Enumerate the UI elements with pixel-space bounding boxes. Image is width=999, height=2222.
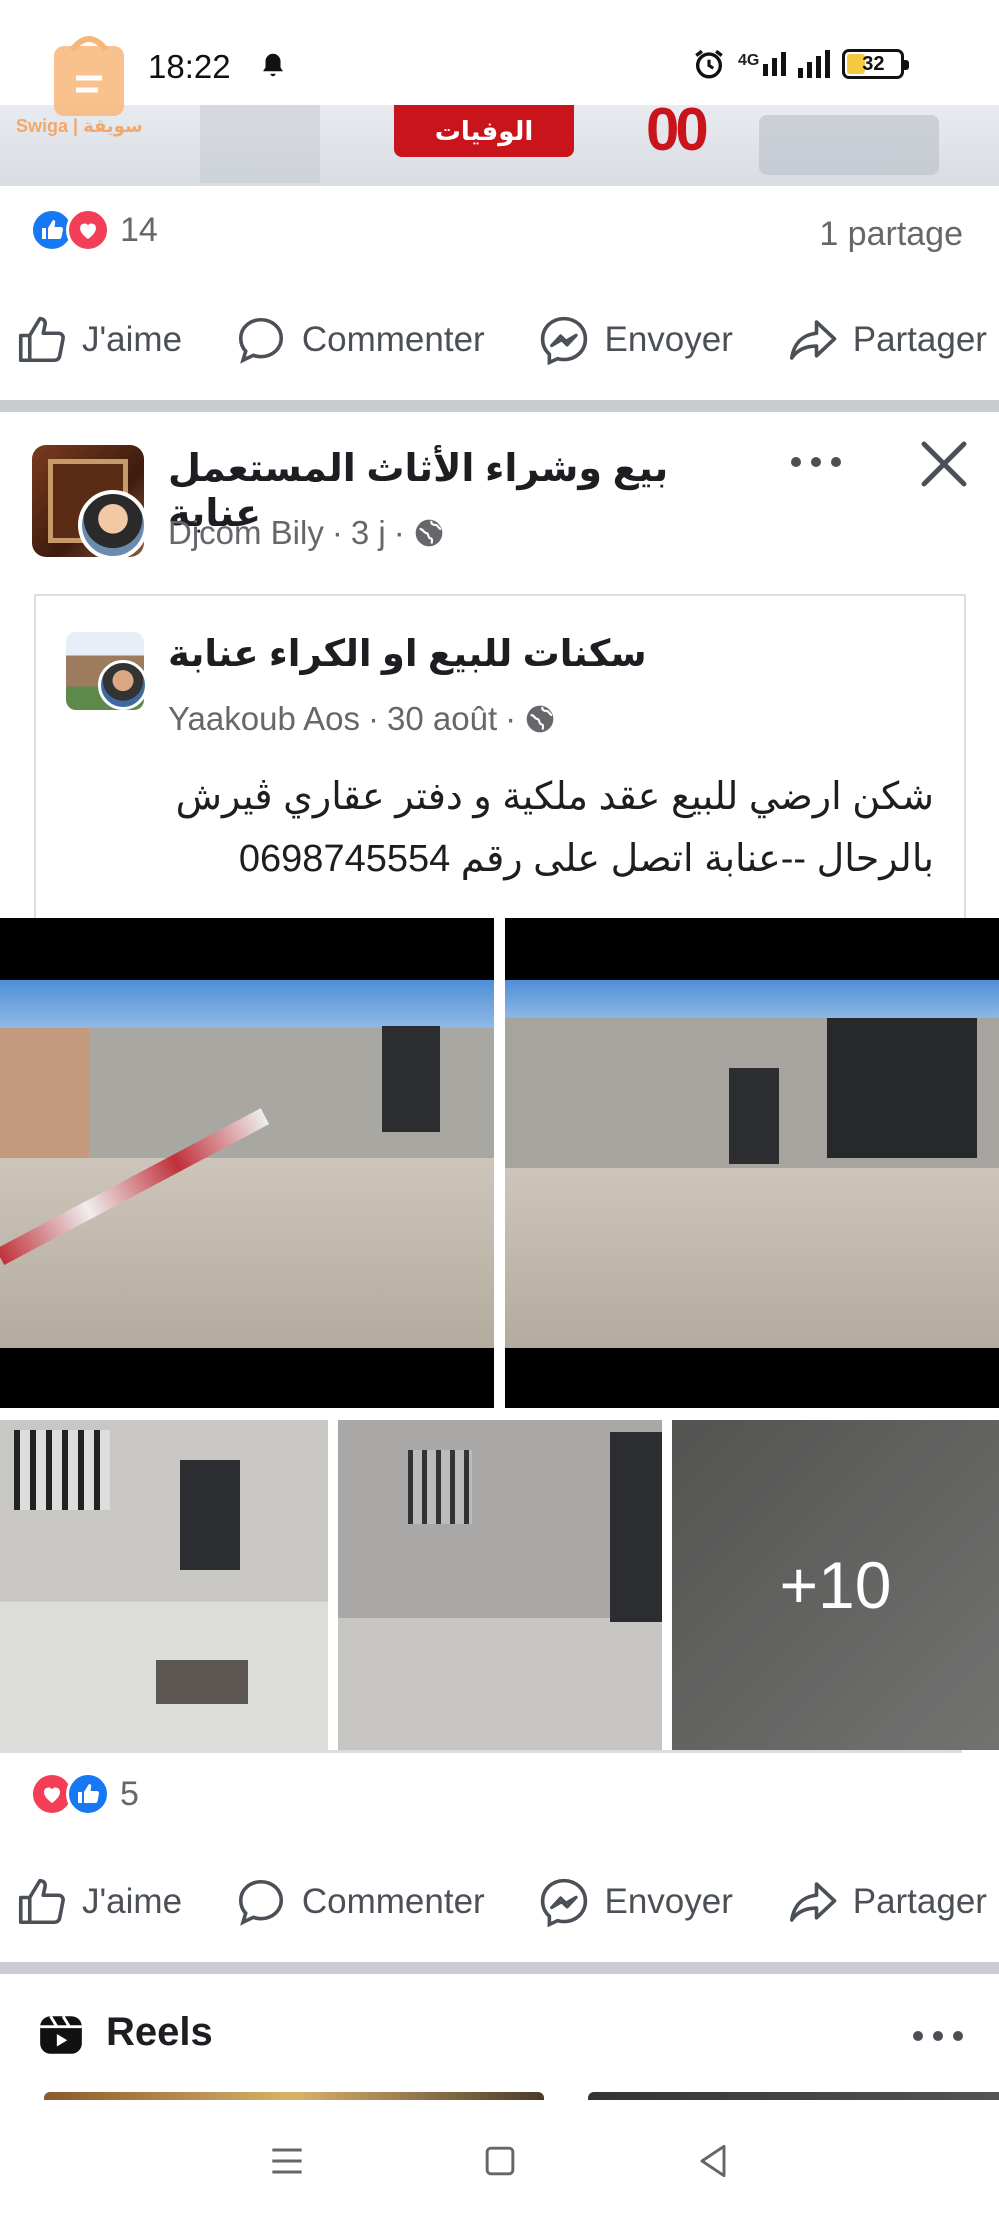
close-icon[interactable]: [918, 438, 970, 490]
reaction-summary[interactable]: 14: [30, 208, 158, 252]
menu-icon[interactable]: [265, 2139, 309, 2183]
comment-icon: [238, 317, 283, 364]
thumbs-up-icon: [18, 316, 65, 363]
thumbs-up-icon: [18, 1878, 65, 1925]
system-nav-bar: [0, 2100, 999, 2222]
reels-icon: [40, 2015, 82, 2054]
like-button[interactable]: J'aime: [14, 313, 182, 367]
shared-author-name[interactable]: Yaakoub Aos: [168, 700, 360, 738]
signal-4g-icon: 4G: [738, 52, 787, 76]
reaction-count: 14: [120, 210, 158, 249]
bell-icon: [263, 53, 283, 77]
image-red-number: 00: [646, 105, 709, 163]
love-reaction-icon: [66, 208, 110, 252]
more-options-icon[interactable]: [786, 442, 846, 482]
share-arrow-icon: [789, 320, 837, 360]
more-options-icon[interactable]: [908, 2018, 968, 2054]
comment-button[interactable]: Commenter: [234, 313, 485, 367]
back-triangle-icon[interactable]: [691, 2139, 735, 2183]
globe-icon: [526, 705, 554, 733]
post-meta: Djcom Bily · 3 j ·: [168, 514, 445, 552]
divider: [0, 183, 999, 186]
divider: [0, 1750, 962, 1753]
photo-3[interactable]: [0, 1420, 328, 1750]
shared-post-date[interactable]: 30 août: [387, 700, 497, 738]
photo-2[interactable]: [505, 918, 999, 1408]
globe-icon: [415, 519, 443, 547]
messenger-icon: [540, 1878, 587, 1928]
post-time[interactable]: 3 j: [351, 514, 386, 552]
post-separator: [0, 400, 999, 412]
home-square-icon[interactable]: [478, 2139, 522, 2183]
shared-author-avatar[interactable]: [98, 660, 148, 710]
reaction-count: 5: [120, 1774, 139, 1813]
photo-4[interactable]: [338, 1420, 662, 1750]
more-photos-count: +10: [672, 1420, 999, 1750]
messenger-icon: [540, 316, 587, 366]
post-text: شكن ارضي للبيع عقد ملكية و دفتر عقاري ڤي…: [175, 776, 934, 880]
comment-button[interactable]: Commenter: [234, 1875, 485, 1929]
author-name[interactable]: Djcom Bily: [168, 514, 324, 552]
reel-thumbnail[interactable]: [44, 2092, 544, 2100]
send-button[interactable]: Envoyer: [537, 1875, 733, 1929]
post-action-bar: J'aime Commenter Envoyer Partager: [0, 1866, 999, 1938]
battery-icon: 32: [842, 49, 910, 79]
reaction-summary[interactable]: 5: [30, 1772, 139, 1816]
send-button[interactable]: Envoyer: [537, 313, 733, 367]
post-separator: [0, 1962, 999, 1974]
share-button[interactable]: Partager: [785, 313, 987, 367]
comment-icon: [238, 1879, 283, 1926]
shared-post-meta: Yaakoub Aos · 30 août ·: [168, 700, 556, 738]
like-button[interactable]: J'aime: [14, 1875, 182, 1929]
photo-5[interactable]: +10: [672, 1420, 999, 1750]
post-action-bar: J'aime Commenter Envoyer Partager: [0, 304, 999, 376]
image-red-label: الوفيات: [394, 105, 574, 157]
signal-icon: [798, 50, 831, 78]
watermark-text: Swiga | سويقة: [16, 116, 143, 136]
status-icons: 4G 32: [692, 44, 910, 84]
like-reaction-icon: [66, 1772, 110, 1816]
reel-thumbnail[interactable]: [588, 2092, 999, 2100]
author-avatar[interactable]: [78, 490, 148, 560]
alarm-icon: [695, 49, 723, 79]
share-button[interactable]: Partager: [785, 1875, 987, 1929]
share-arrow-icon: [789, 1882, 837, 1922]
share-count[interactable]: 1 partage: [819, 215, 963, 254]
shared-page-name[interactable]: سكنات للبيع او الكراء عنابة: [168, 632, 647, 675]
clock: 18:22: [148, 48, 231, 85]
photo-1[interactable]: [0, 918, 494, 1408]
reels-section-title[interactable]: Reels: [106, 2010, 213, 2055]
